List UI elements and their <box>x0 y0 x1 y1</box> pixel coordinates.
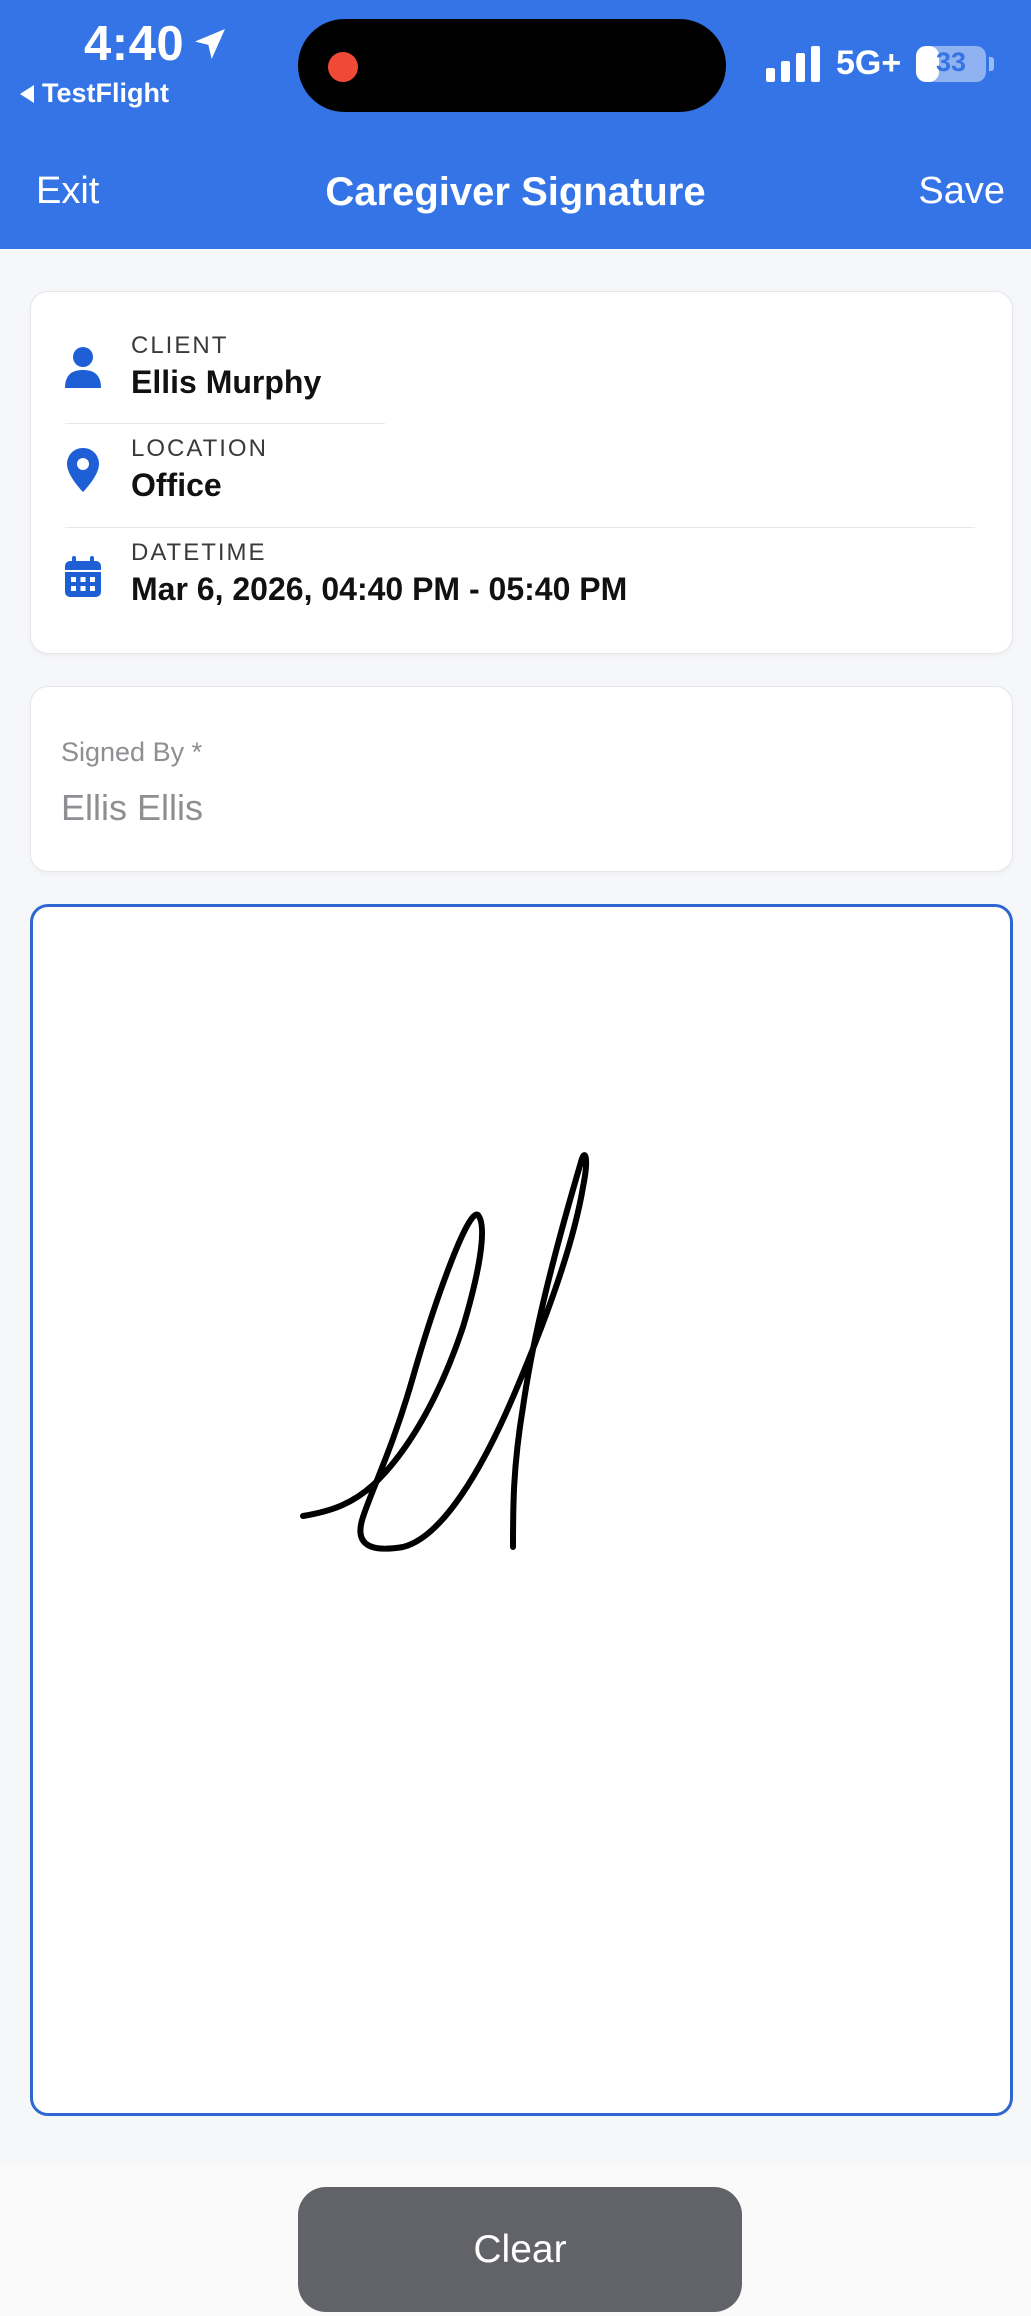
battery-icon: 33 <box>916 46 986 82</box>
client-row: CLIENT Ellis Murphy <box>31 292 1012 412</box>
location-pin-icon <box>67 448 99 492</box>
datetime-row: DATETIME Mar 6, 2026, 04:40 PM - 05:40 P… <box>31 527 1012 647</box>
back-triangle-icon <box>20 84 34 103</box>
person-icon <box>65 347 101 388</box>
exit-button[interactable]: Exit <box>36 170 99 213</box>
battery-tip <box>989 57 994 71</box>
client-label: CLIENT <box>131 332 229 359</box>
location-label: LOCATION <box>131 435 268 462</box>
recording-indicator-icon <box>328 52 358 82</box>
location-value: Office <box>131 467 222 503</box>
datetime-label: DATETIME <box>131 539 267 566</box>
client-value: Ellis Murphy <box>131 364 322 400</box>
page-title: Caregiver Signature <box>325 170 706 214</box>
signed-by-label: Signed By * <box>61 737 203 767</box>
save-button[interactable]: Save <box>918 170 1005 213</box>
signature-stroke <box>300 1152 590 1552</box>
battery-percent: 33 <box>935 47 967 77</box>
cellular-signal-icon <box>766 44 820 82</box>
location-row: LOCATION Office <box>31 423 1012 533</box>
status-time: 4:40 <box>84 17 185 71</box>
location-arrow-icon <box>195 29 225 59</box>
visit-info-card: CLIENT Ellis Murphy LOCATION Office DATE… <box>30 291 1013 654</box>
signed-by-value: Ellis Ellis <box>61 787 204 828</box>
dynamic-island <box>298 19 726 112</box>
signature-pad[interactable] <box>30 904 1013 2116</box>
network-type: 5G+ <box>836 44 902 82</box>
clear-button[interactable]: Clear <box>298 2187 742 2312</box>
back-to-app-link[interactable]: TestFlight <box>20 78 169 109</box>
signed-by-field[interactable]: Signed By * Ellis Ellis <box>30 686 1013 872</box>
calendar-icon <box>65 556 101 597</box>
datetime-value: Mar 6, 2026, 04:40 PM - 05:40 PM <box>131 571 628 607</box>
back-app-label: TestFlight <box>42 78 169 108</box>
app-header: 4:40 TestFlight 5G+ 33 Caregiver Signatu… <box>0 0 1031 249</box>
